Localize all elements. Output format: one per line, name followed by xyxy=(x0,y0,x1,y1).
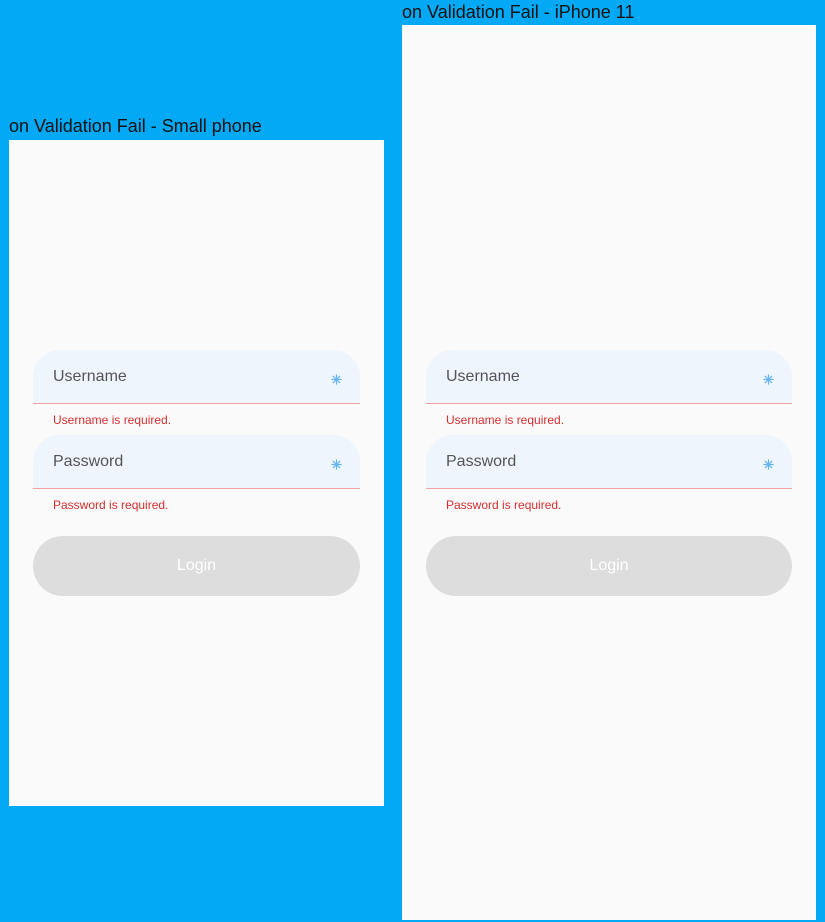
login-button[interactable]: Login xyxy=(33,536,360,596)
password-field[interactable]: Password xyxy=(33,435,360,489)
panel-title-iphone-11: on Validation Fail - iPhone 11 xyxy=(402,2,635,22)
sparkle-icon xyxy=(763,459,774,470)
username-field[interactable]: Username xyxy=(33,350,360,404)
panel-title-small-phone: on Validation Fail - Small phone xyxy=(9,116,262,136)
sparkle-icon xyxy=(763,374,774,385)
username-field[interactable]: Username xyxy=(426,350,792,404)
username-error-text: Username is required. xyxy=(446,413,565,427)
phone-screen-small: Username Username is required. Password … xyxy=(9,140,384,806)
password-field[interactable]: Password xyxy=(426,435,792,489)
username-label: Username xyxy=(446,368,520,385)
sparkle-icon xyxy=(331,374,342,385)
password-error-text: Password is required. xyxy=(446,498,562,512)
phone-screen-iphone-11: Username Username is required. Password … xyxy=(402,25,816,920)
username-label: Username xyxy=(53,368,127,385)
sparkle-icon xyxy=(331,459,342,470)
password-label: Password xyxy=(446,453,517,470)
login-button[interactable]: Login xyxy=(426,536,792,596)
username-error-text: Username is required. xyxy=(53,413,172,427)
password-error-text: Password is required. xyxy=(53,498,169,512)
password-label: Password xyxy=(53,453,124,470)
